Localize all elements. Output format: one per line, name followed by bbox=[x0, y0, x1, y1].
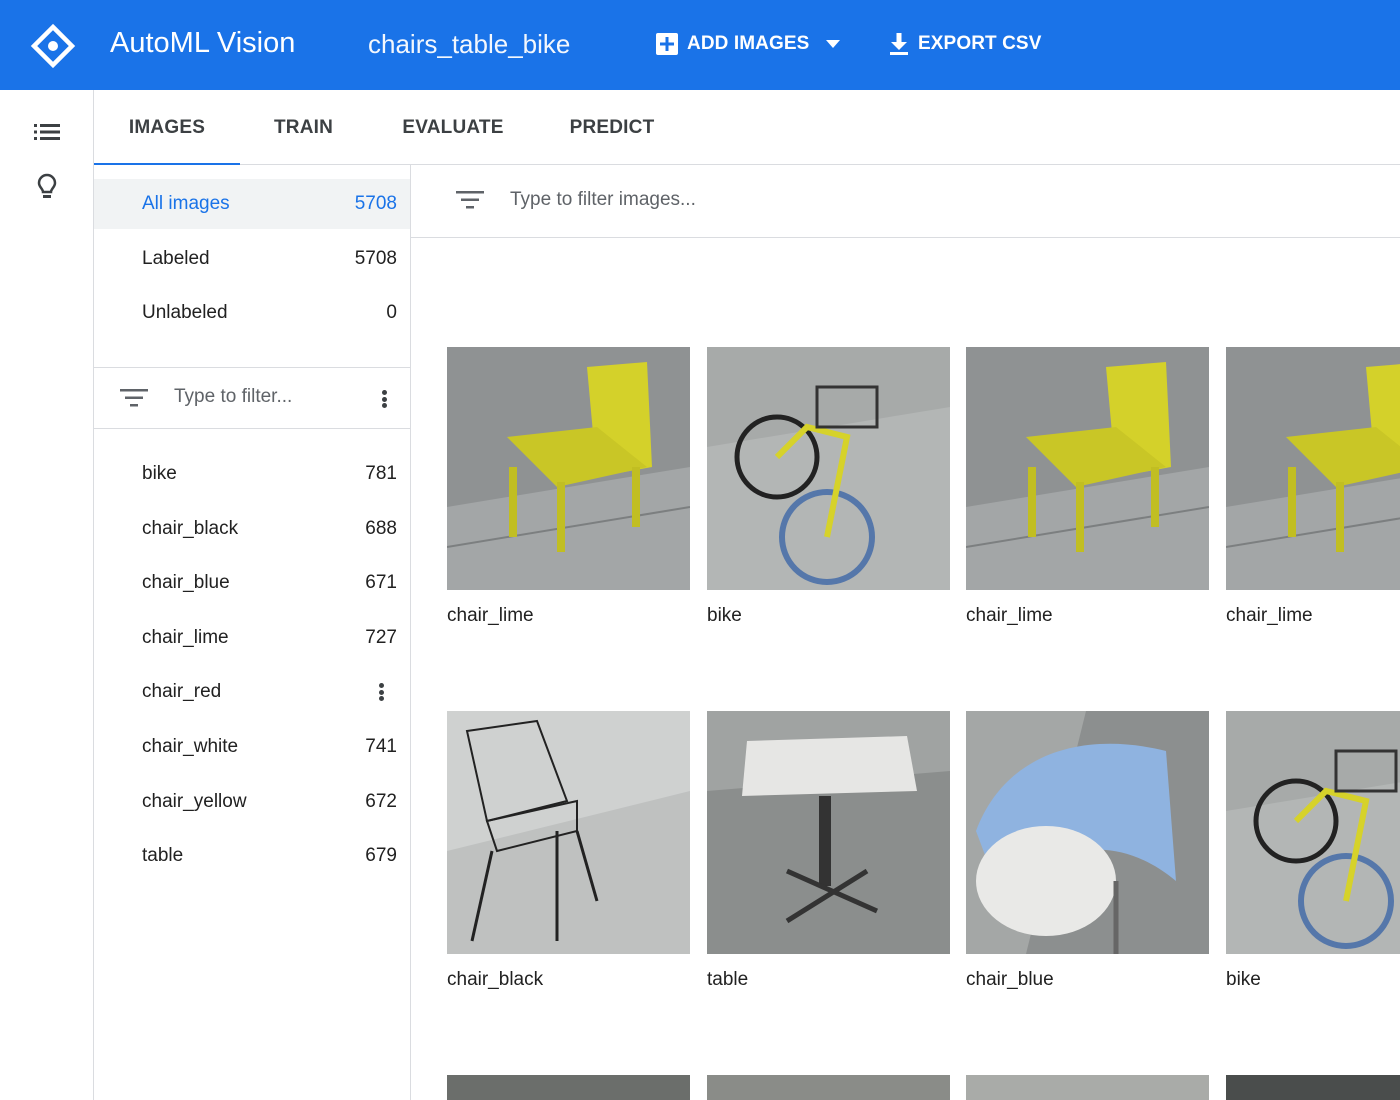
tab-predict[interactable]: PREDICT bbox=[539, 90, 685, 165]
label-count: 688 bbox=[365, 518, 397, 539]
label-filter-bar: Type to filter... bbox=[94, 368, 410, 430]
image-label: table bbox=[707, 969, 749, 990]
label-name: bike bbox=[142, 463, 177, 484]
left-rail bbox=[0, 90, 94, 1100]
image-label: chair_black bbox=[447, 969, 544, 990]
image-label: bike bbox=[1226, 969, 1261, 990]
label-row-table[interactable]: table 679 bbox=[94, 831, 410, 881]
tab-images[interactable]: IMAGES bbox=[94, 90, 240, 166]
export-csv-button[interactable]: EXPORT CSV bbox=[888, 29, 1041, 59]
image-thumbnail[interactable] bbox=[447, 347, 690, 590]
label-row-chair-black[interactable]: chair_black 688 bbox=[94, 504, 410, 554]
label-name: chair_blue bbox=[142, 572, 230, 593]
filter-label: Unlabeled bbox=[142, 302, 228, 323]
filter-count: 5708 bbox=[354, 193, 397, 214]
filter-unlabeled[interactable]: Unlabeled 0 bbox=[94, 288, 410, 338]
image-tile-partial[interactable] bbox=[447, 1075, 690, 1100]
tab-evaluate[interactable]: EVALUATE bbox=[367, 90, 539, 165]
export-csv-label: EXPORT CSV bbox=[918, 33, 1042, 54]
image-tile[interactable]: table bbox=[707, 711, 950, 991]
image-label: chair_lime bbox=[966, 605, 1053, 626]
label-row-chair-red[interactable]: chair_red bbox=[94, 667, 410, 717]
label-row-chair-white[interactable]: chair_white 741 bbox=[94, 722, 410, 772]
divider bbox=[94, 428, 410, 429]
label-name: chair_lime bbox=[142, 627, 229, 648]
label-count: 727 bbox=[365, 627, 397, 648]
filter-count: 5708 bbox=[354, 248, 397, 269]
add-box-icon bbox=[656, 33, 678, 55]
list-icon[interactable] bbox=[33, 118, 61, 146]
add-images-button[interactable]: ADD IMAGES bbox=[655, 29, 841, 59]
label-filter-input[interactable]: Type to filter... bbox=[174, 386, 292, 408]
image-tile[interactable]: chair_lime bbox=[1226, 347, 1400, 627]
filter-icon bbox=[120, 389, 148, 407]
automl-logo-icon[interactable] bbox=[30, 23, 76, 69]
image-tile[interactable]: chair_lime bbox=[447, 347, 690, 627]
dataset-name: chairs_table_bike bbox=[368, 29, 571, 59]
more-vert-icon[interactable] bbox=[375, 680, 387, 704]
filter-count: 0 bbox=[386, 302, 397, 323]
label-row-chair-yellow[interactable]: chair_yellow 672 bbox=[94, 777, 410, 827]
image-tile[interactable]: bike bbox=[707, 347, 950, 627]
label-row-bike[interactable]: bike 781 bbox=[94, 449, 410, 499]
image-label: chair_blue bbox=[966, 969, 1054, 990]
dropdown-arrow-icon[interactable] bbox=[825, 39, 841, 49]
label-count: 781 bbox=[365, 463, 397, 484]
label-count: 679 bbox=[365, 845, 397, 866]
image-filter-input[interactable]: Type to filter images... bbox=[510, 189, 696, 211]
image-tile[interactable]: chair_blue bbox=[966, 711, 1209, 991]
more-vert-icon[interactable] bbox=[378, 387, 390, 411]
image-thumbnail[interactable] bbox=[447, 711, 690, 954]
label-row-chair-lime[interactable]: chair_lime 727 bbox=[94, 613, 410, 663]
image-filter-bar: Type to filter images... bbox=[411, 165, 1400, 238]
image-label: chair_lime bbox=[1226, 605, 1313, 626]
image-thumbnail[interactable] bbox=[707, 711, 950, 954]
label-name: table bbox=[142, 845, 184, 866]
image-tile[interactable]: chair_black bbox=[447, 711, 690, 991]
label-count: 672 bbox=[365, 791, 397, 812]
label-sidebar: All images 5708 Labeled 5708 Unlabeled 0… bbox=[94, 165, 411, 1100]
lightbulb-icon[interactable] bbox=[33, 173, 61, 201]
tab-bar: IMAGES TRAIN EVALUATE PREDICT bbox=[94, 90, 1400, 166]
label-count: 671 bbox=[365, 572, 397, 593]
label-name: chair_white bbox=[142, 736, 239, 757]
filter-icon bbox=[456, 191, 484, 209]
filter-label: All images bbox=[142, 193, 230, 214]
label-name: chair_red bbox=[142, 681, 222, 702]
add-images-label: ADD IMAGES bbox=[687, 33, 810, 54]
image-thumbnail[interactable] bbox=[1226, 347, 1400, 590]
image-thumbnail[interactable] bbox=[966, 711, 1209, 954]
filter-labeled[interactable]: Labeled 5708 bbox=[94, 234, 410, 284]
image-tile[interactable]: bike bbox=[1226, 711, 1400, 991]
filter-label: Labeled bbox=[142, 248, 210, 269]
image-label: bike bbox=[707, 605, 742, 626]
label-name: chair_black bbox=[142, 518, 239, 539]
filter-all-images[interactable]: All images 5708 bbox=[94, 179, 410, 229]
download-icon bbox=[890, 33, 908, 55]
label-row-chair-blue[interactable]: chair_blue 671 bbox=[94, 558, 410, 608]
tab-train[interactable]: TRAIN bbox=[240, 90, 367, 165]
image-label: chair_lime bbox=[447, 605, 534, 626]
image-thumbnail[interactable] bbox=[1226, 711, 1400, 954]
image-thumbnail[interactable] bbox=[707, 347, 950, 590]
image-tile-partial[interactable] bbox=[1226, 1075, 1400, 1100]
image-tile-partial[interactable] bbox=[707, 1075, 950, 1100]
app-bar: AutoML Vision chairs_table_bike ADD IMAG… bbox=[0, 0, 1400, 90]
image-tile[interactable]: chair_lime bbox=[966, 347, 1209, 627]
image-thumbnail[interactable] bbox=[966, 347, 1209, 590]
image-tile-partial[interactable] bbox=[966, 1075, 1209, 1100]
label-name: chair_yellow bbox=[142, 791, 247, 812]
label-count: 741 bbox=[365, 736, 397, 757]
app-title: AutoML Vision bbox=[110, 27, 296, 59]
